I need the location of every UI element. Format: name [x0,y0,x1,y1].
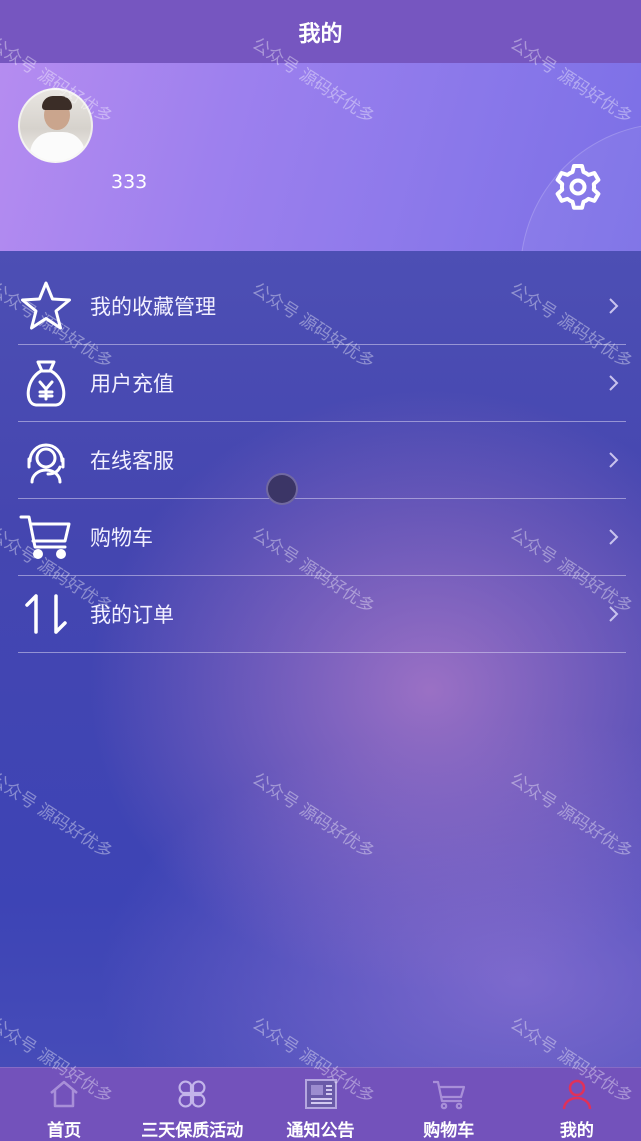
chevron-right-icon [609,452,619,468]
cart-icon [431,1076,467,1112]
profile-card: 333 [0,63,641,251]
cart-icon [18,509,74,565]
tab-notices[interactable]: 通知公告 [256,1068,384,1141]
menu-list: 我的收藏管理 用户充值 在线客服 购物车 我的订单 [18,268,626,653]
app-screen: 我的 333 我的收藏管理 用户充值 在线客服 购物车 我的订单 首页 三天保质… [0,0,641,1141]
tab-label: 三天保质活动 [141,1121,244,1141]
touch-indicator [266,473,298,505]
newspaper-icon [303,1076,339,1112]
tab-activity[interactable]: 三天保质活动 [128,1068,256,1141]
tab-label: 首页 [47,1121,82,1141]
page-title: 我的 [298,21,343,47]
menu-item-label: 我的订单 [90,603,174,627]
menu-item-label: 用户充值 [90,372,174,396]
chevron-right-icon [609,375,619,391]
tab-home[interactable]: 首页 [0,1068,128,1141]
menu-item-favorites[interactable]: 我的收藏管理 [18,268,626,345]
clover-grid-icon [174,1076,210,1112]
customer-service-icon [18,432,74,488]
bottom-tab-bar: 首页 三天保质活动 通知公告 购物车 我的 [0,1067,641,1141]
tab-mine[interactable]: 我的 [513,1068,641,1141]
tab-label: 我的 [559,1121,594,1141]
menu-item-label: 在线客服 [90,449,174,473]
watermark-text: 公众号 源码好优多 [248,769,378,863]
menu-item-recharge[interactable]: 用户充值 [18,345,626,422]
chevron-right-icon [609,298,619,314]
menu-item-label: 购物车 [90,526,153,550]
user-icon [559,1076,595,1112]
chevron-right-icon [609,606,619,622]
watermark-text: 公众号 源码好优多 [0,769,116,863]
home-icon [46,1076,82,1112]
star-icon [18,278,74,334]
avatar[interactable] [18,88,93,163]
sort-arrows-icon [18,586,74,642]
tab-cart[interactable]: 购物车 [385,1068,513,1141]
watermark-text: 公众号 源码好优多 [506,769,636,863]
tab-label: 购物车 [423,1121,475,1141]
username: 333 [111,171,148,193]
chevron-right-icon [609,529,619,545]
top-bar: 我的 [0,0,641,63]
menu-item-customer-service[interactable]: 在线客服 [18,422,626,499]
settings-gear-icon[interactable] [552,161,604,213]
menu-item-orders[interactable]: 我的订单 [18,576,626,653]
menu-item-cart[interactable]: 购物车 [18,499,626,576]
money-bag-icon [18,355,74,411]
menu-item-label: 我的收藏管理 [90,295,216,319]
tab-label: 通知公告 [286,1121,355,1141]
